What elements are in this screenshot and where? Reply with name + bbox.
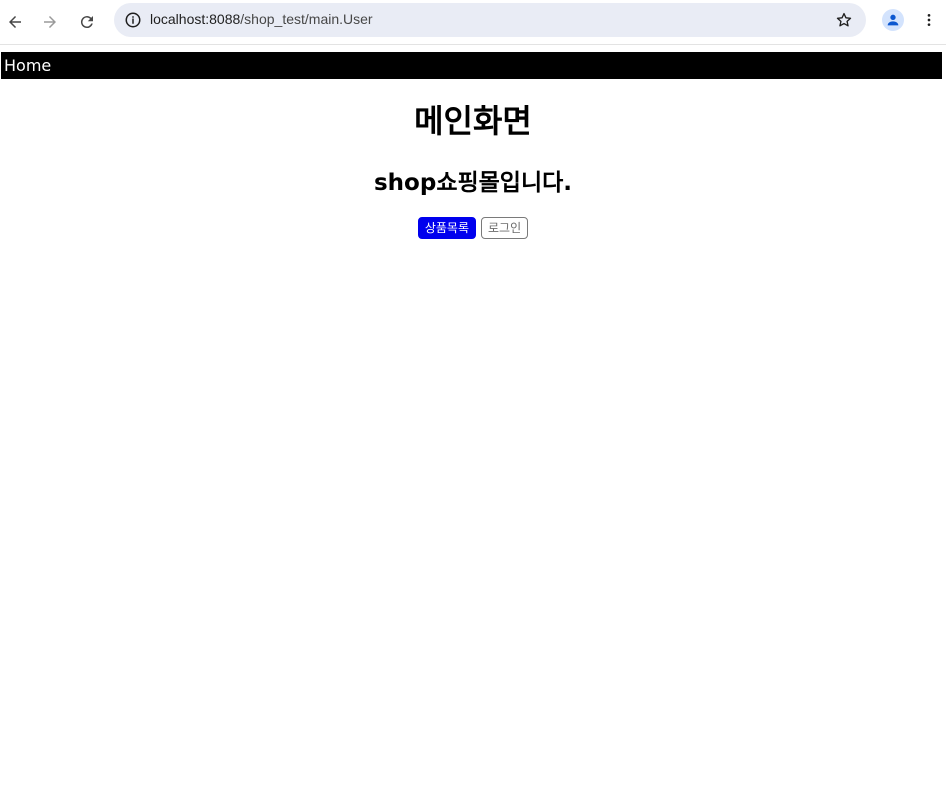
info-icon xyxy=(125,12,141,28)
arrow-left-icon xyxy=(9,16,21,28)
url-text: localhost:8088/shop_test/main.User xyxy=(150,11,373,27)
address-bar[interactable]: localhost:8088/shop_test/main.User xyxy=(114,3,866,37)
page-subtitle: shop쇼핑몰입니다. xyxy=(373,170,573,196)
reload-icon xyxy=(80,16,93,29)
top-nav-bar: Home xyxy=(1,52,942,79)
back-button[interactable] xyxy=(1,8,29,36)
person-icon xyxy=(887,14,899,26)
arrow-right-icon xyxy=(44,16,56,28)
url-path: /shop_test/main.User xyxy=(240,11,373,27)
kebab-menu-icon xyxy=(927,14,931,26)
home-link[interactable]: Home xyxy=(4,56,51,76)
product-list-button[interactable]: 상품목록 xyxy=(417,217,477,239)
site-info-button[interactable] xyxy=(122,9,144,31)
reload-button[interactable] xyxy=(73,8,101,36)
forward-button[interactable] xyxy=(36,8,64,36)
login-button[interactable]: 로그인 xyxy=(481,217,529,239)
action-buttons: 상품목록 로그인 xyxy=(0,217,946,239)
page-title: 메인화면 xyxy=(414,102,532,140)
star-icon xyxy=(836,12,852,27)
browser-menu-button[interactable] xyxy=(918,9,940,31)
bookmark-button[interactable] xyxy=(834,10,854,30)
url-host: localhost:8088 xyxy=(150,11,241,27)
browser-toolbar: localhost:8088/shop_test/main.User xyxy=(0,0,946,45)
profile-button[interactable] xyxy=(882,9,904,31)
